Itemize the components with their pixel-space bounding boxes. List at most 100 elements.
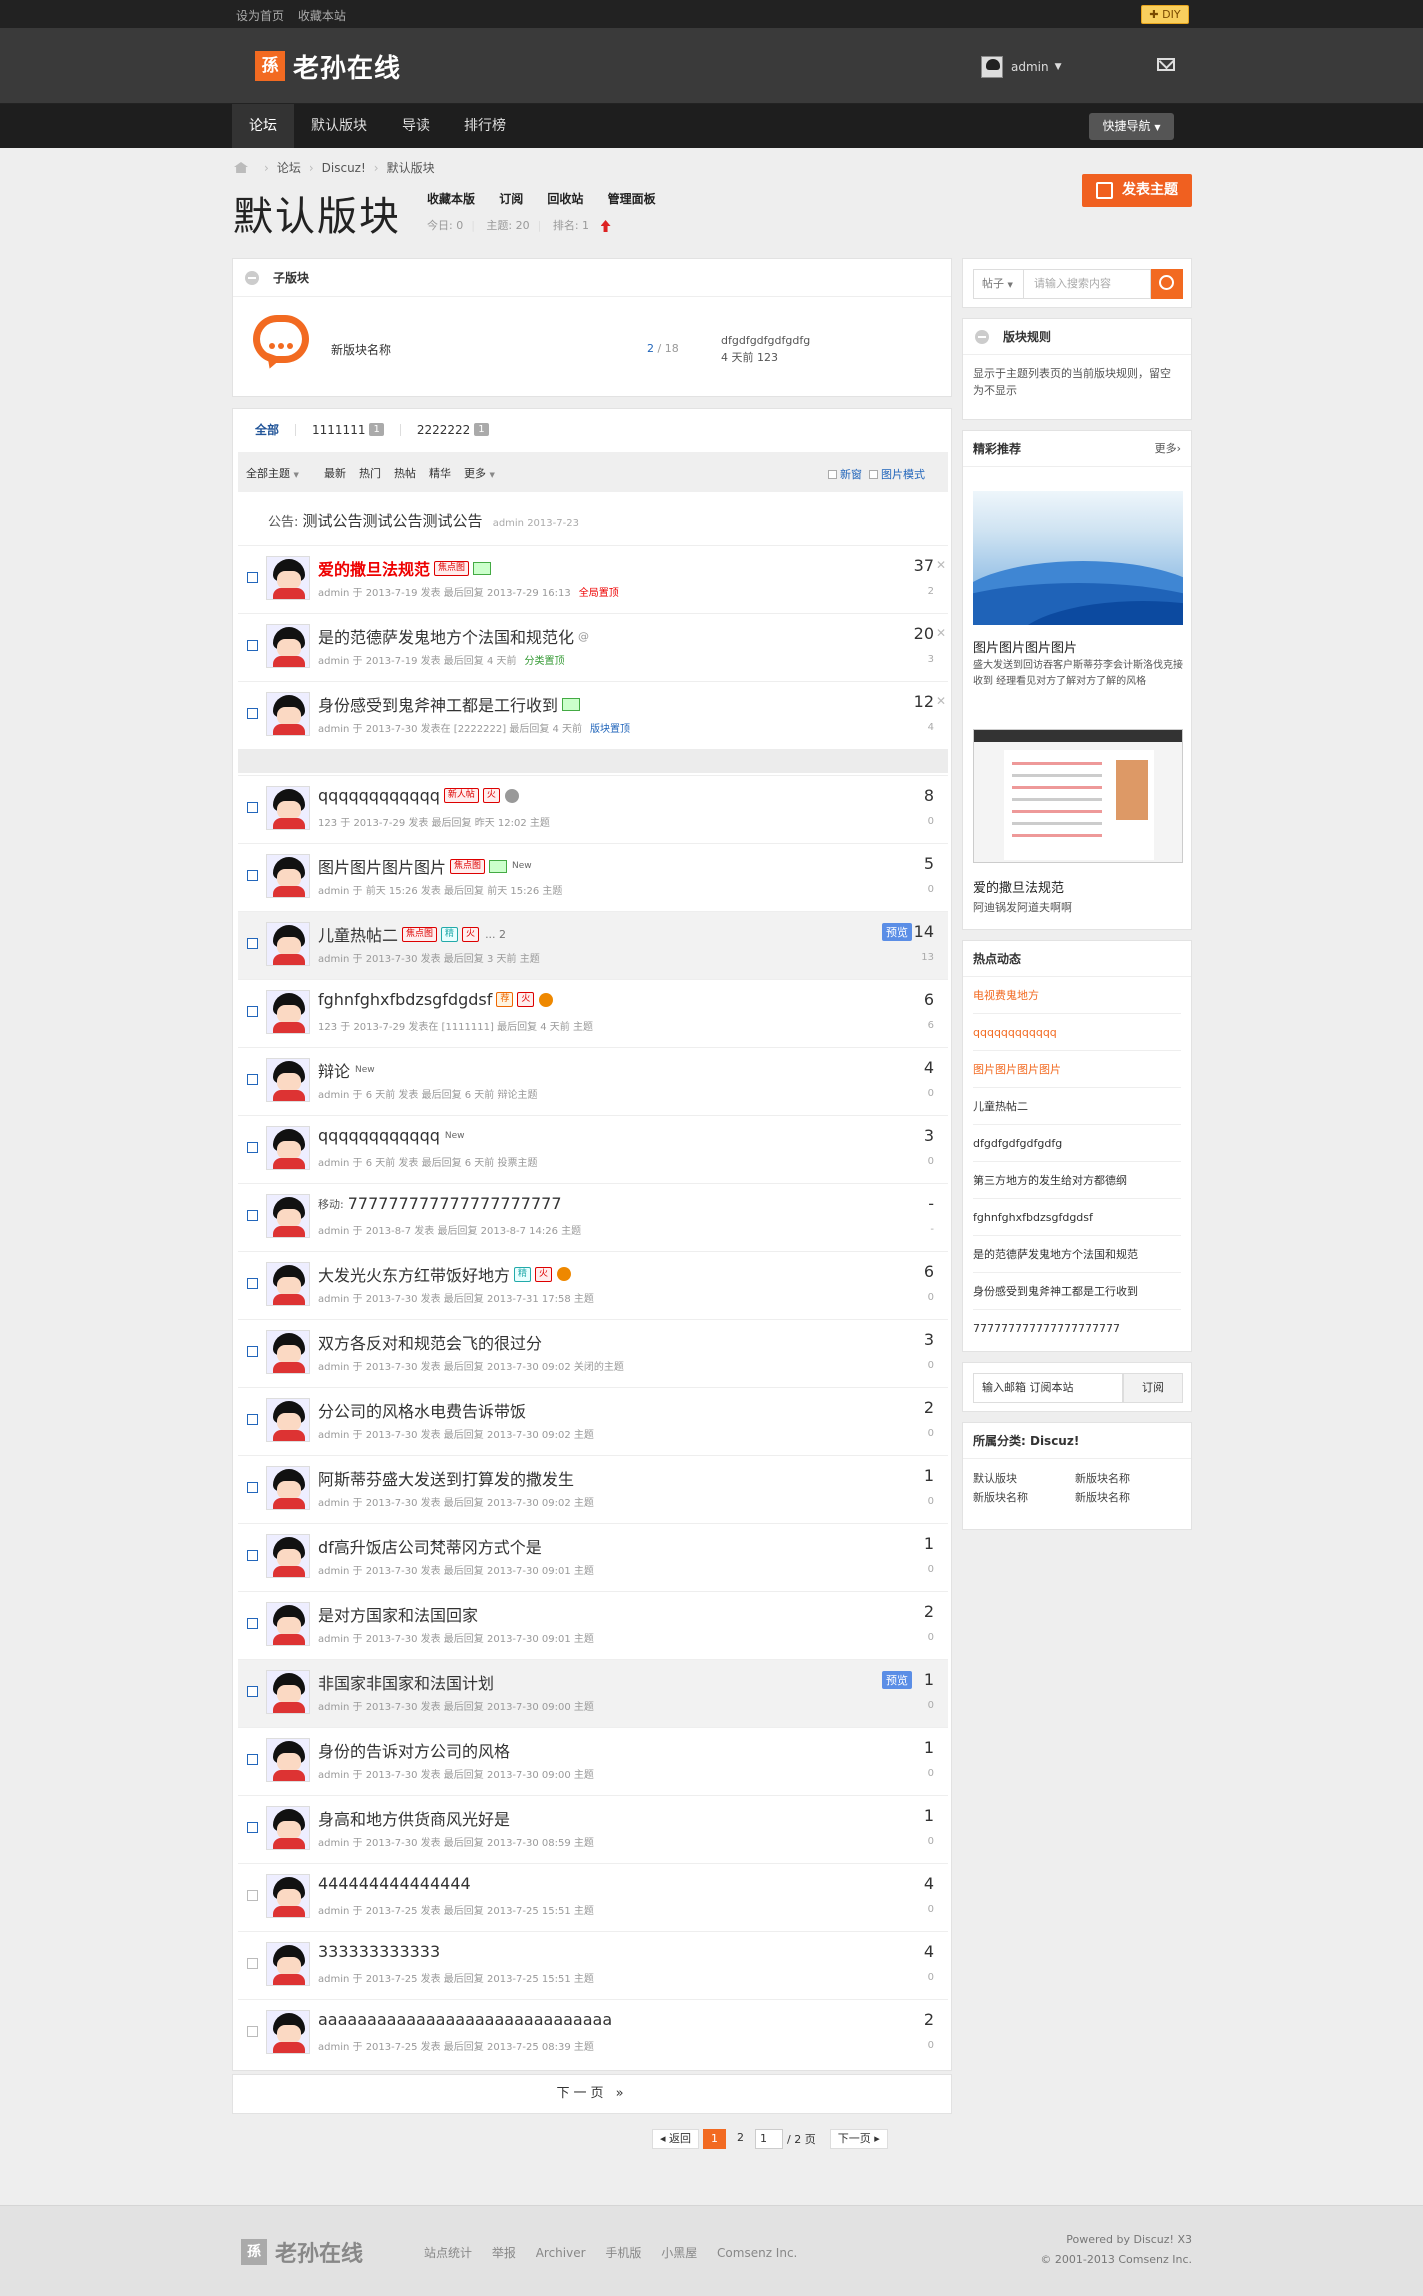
board-rules-header[interactable]: 版块规则	[963, 319, 1191, 355]
thread-title-link[interactable]: 双方各反对和规范会飞的很过分	[318, 1330, 542, 1354]
thread-title-link[interactable]: 是对方国家和法国回家	[318, 1602, 478, 1626]
footer-link-archiver[interactable]: Archiver	[536, 2246, 586, 2260]
hot-thread-item[interactable]: 是的范德萨发鬼地方个法国和规范	[973, 1236, 1181, 1273]
nav-guide[interactable]: 导读	[385, 104, 447, 148]
thread-checkbox[interactable]	[247, 1754, 258, 1765]
recommend-image-mountains[interactable]	[973, 491, 1183, 625]
footer-link-stats[interactable]: 站点统计	[424, 2246, 472, 2260]
pager-page-1[interactable]: 1	[703, 2129, 727, 2149]
thread-title-link[interactable]: 辩论	[318, 1058, 350, 1082]
hot-thread-item[interactable]: fghnfghxfbdzsgfdgdsf	[973, 1199, 1181, 1236]
thread-title-link[interactable]: 图片图片图片图片	[318, 854, 446, 878]
mail-icon[interactable]	[1157, 58, 1175, 71]
hot-thread-item[interactable]: 儿童热帖二	[973, 1088, 1181, 1125]
close-icon[interactable]: ✕	[936, 694, 946, 708]
search-type-select[interactable]: 帖子 ▼	[973, 269, 1023, 299]
avatar[interactable]	[266, 1806, 310, 1850]
recommend-title-2[interactable]: 爱的撒旦法规范	[973, 877, 1064, 896]
avatar[interactable]	[266, 1126, 310, 1170]
avatar[interactable]	[266, 1058, 310, 1102]
close-icon[interactable]: ✕	[936, 558, 946, 572]
nav-forum[interactable]: 论坛	[232, 104, 294, 148]
next-page-button[interactable]: 下一页 »	[232, 2074, 952, 2114]
thread-checkbox[interactable]	[247, 572, 258, 583]
avatar[interactable]	[266, 1670, 310, 1714]
thread-checkbox[interactable]	[247, 1142, 258, 1153]
thread-checkbox[interactable]	[247, 1958, 258, 1969]
hot-thread-item[interactable]: 第三方地方的发生给对方都德纲	[973, 1162, 1181, 1199]
thread-title-link[interactable]: 非国家非国家和法国计划	[318, 1670, 494, 1694]
thread-title-link[interactable]: 身份的告诉对方公司的风格	[318, 1738, 510, 1762]
footer-logo[interactable]: 孫 老孙在线	[241, 2236, 363, 2268]
thread-title-link[interactable]: 大发光火东方红带饭好地方	[318, 1262, 510, 1286]
avatar[interactable]	[266, 556, 310, 600]
thread-title-link[interactable]: aaaaaaaaaaaaaaaaaaaaaaaaaaaaaa	[318, 2010, 612, 2029]
thread-checkbox[interactable]	[247, 1006, 258, 1017]
search-input[interactable]: 请输入搜索内容	[1023, 269, 1151, 299]
set-homepage-link[interactable]: 设为首页	[236, 9, 284, 23]
recommend-image-screenshot[interactable]	[973, 729, 1183, 863]
thread-checkbox[interactable]	[247, 1890, 258, 1901]
thread-checkbox[interactable]	[247, 1618, 258, 1629]
thread-checkbox[interactable]	[247, 1278, 258, 1289]
filter-latest[interactable]: 最新	[324, 465, 346, 481]
hot-thread-item[interactable]: dfgdfgdfgdfgdfg	[973, 1125, 1181, 1162]
thread-title-link[interactable]: 阿斯蒂芬盛大发送到打算发的撒发生	[318, 1466, 574, 1490]
subscribe-button[interactable]: 订阅	[1123, 1373, 1183, 1403]
subforum-name[interactable]: 新版块名称	[331, 341, 391, 358]
search-icon[interactable]	[1151, 269, 1183, 299]
thread-checkbox[interactable]	[247, 938, 258, 949]
breadcrumb-default-board[interactable]: 默认版块	[387, 159, 435, 176]
pager-page-2[interactable]: 2	[730, 2129, 751, 2149]
footer-link-report[interactable]: 举报	[492, 2246, 516, 2260]
thread-checkbox[interactable]	[247, 640, 258, 651]
avatar[interactable]	[266, 1262, 310, 1306]
avatar[interactable]	[266, 990, 310, 1034]
thread-title-link[interactable]: 儿童热帖二	[318, 922, 398, 946]
thread-checkbox[interactable]	[247, 1210, 258, 1221]
tab-all[interactable]: 全部	[255, 421, 279, 438]
hot-thread-item[interactable]: 电视费鬼地方	[973, 977, 1181, 1014]
preview-button[interactable]: 预览	[882, 923, 912, 941]
avatar[interactable]	[266, 1194, 310, 1238]
image-mode-checkbox[interactable]: 图片模式	[869, 466, 925, 482]
avatar[interactable]	[266, 1874, 310, 1918]
avatar[interactable]	[266, 786, 310, 830]
category-item[interactable]: 默认版块	[973, 1469, 1075, 1488]
tab-1111111[interactable]: 1111111 1	[312, 423, 384, 437]
thread-title-link[interactable]: 身高和地方供货商风光好是	[318, 1806, 510, 1830]
tab-2222222[interactable]: 2222222 1	[417, 423, 489, 437]
hot-thread-item[interactable]: qqqqqqqqqqqq	[973, 1014, 1181, 1051]
thread-title-link[interactable]: 777777777777777777777	[348, 1194, 562, 1213]
category-item[interactable]: 新版块名称	[1075, 1488, 1177, 1507]
nav-default-board[interactable]: 默认版块	[294, 104, 384, 148]
breadcrumb-forum[interactable]: 论坛	[277, 159, 301, 176]
filter-more[interactable]: 更多 ▼	[464, 465, 495, 481]
thread-checkbox[interactable]	[247, 1686, 258, 1697]
avatar[interactable]	[266, 692, 310, 736]
thread-title-link[interactable]: 分公司的风格水电费告诉带饭	[318, 1398, 526, 1422]
thread-title-link[interactable]: 444444444444444	[318, 1874, 471, 1893]
avatar[interactable]	[266, 1466, 310, 1510]
home-icon[interactable]	[234, 162, 248, 173]
preview-button[interactable]: 预览	[882, 1671, 912, 1689]
avatar[interactable]	[266, 1534, 310, 1578]
filter-hot[interactable]: 热门	[359, 465, 381, 481]
hot-thread-item[interactable]: 图片图片图片图片	[973, 1051, 1181, 1088]
thread-checkbox[interactable]	[247, 1550, 258, 1561]
subforum-last-title[interactable]: dfgdfgdfgdfgdfg	[721, 332, 810, 349]
thread-checkbox[interactable]	[247, 1482, 258, 1493]
diy-button[interactable]: ✚ DIY	[1141, 5, 1189, 24]
breadcrumb-discuz[interactable]: Discuz!	[322, 161, 366, 175]
thread-title-link[interactable]: 身份感受到鬼斧神工都是工行收到	[318, 692, 558, 716]
avatar[interactable]	[266, 1398, 310, 1442]
announcement-title[interactable]: 测试公告测试公告测试公告	[303, 512, 483, 530]
thread-title-link[interactable]: 333333333333	[318, 1942, 440, 1961]
thread-title-link[interactable]: qqqqqqqqqqqq	[318, 786, 440, 805]
avatar[interactable]	[266, 854, 310, 898]
favorite-board-link[interactable]: 收藏本版	[427, 192, 475, 206]
avatar[interactable]	[266, 2010, 310, 2054]
pager-next-button[interactable]: 下一页 ▸	[829, 2129, 888, 2149]
filter-digest[interactable]: 精华	[429, 465, 451, 481]
avatar[interactable]	[266, 624, 310, 668]
